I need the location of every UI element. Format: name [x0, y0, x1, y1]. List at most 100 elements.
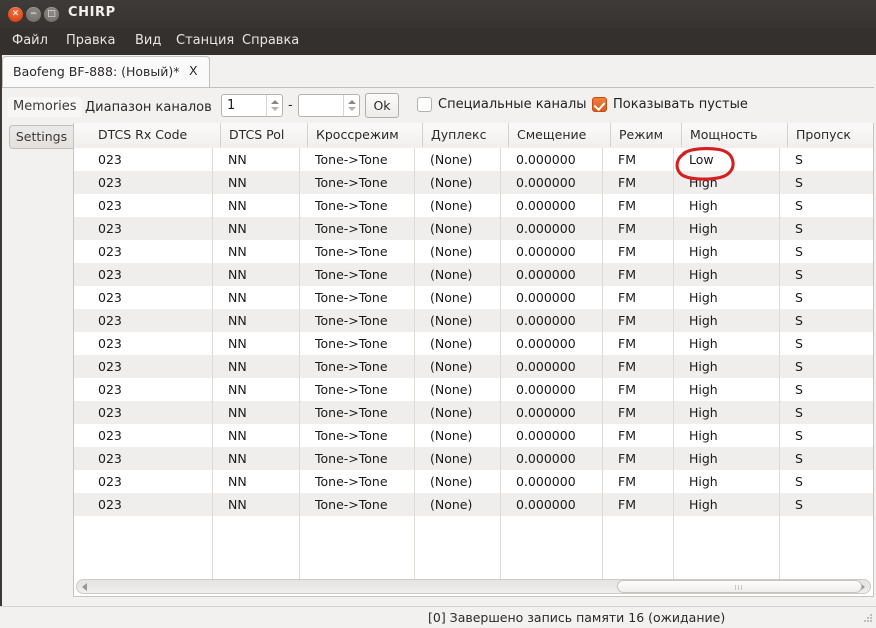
cell-cross[interactable]: Tone->Tone: [307, 424, 421, 447]
cell-mode[interactable]: FM: [610, 309, 680, 332]
menu-item-0[interactable]: Файл: [8, 32, 52, 49]
cell-dtcs_pol[interactable]: NN: [220, 447, 306, 470]
cell-offset[interactable]: 0.000000: [508, 447, 609, 470]
cell-dtcs_pol[interactable]: NN: [220, 240, 306, 263]
close-icon[interactable]: ✕: [8, 7, 23, 22]
cell-dtcs_rx[interactable]: 023: [90, 332, 219, 355]
cell-power[interactable]: High: [681, 378, 786, 401]
table-header-skip[interactable]: Пропуск: [787, 123, 873, 147]
cell-offset[interactable]: 0.000000: [508, 309, 609, 332]
cell-mode[interactable]: FM: [610, 378, 680, 401]
file-tab-baofeng[interactable]: Baofeng BF-888: (Новый)* X: [2, 56, 210, 88]
cell-dtcs_pol[interactable]: NN: [220, 148, 306, 171]
cell-skip[interactable]: S: [787, 217, 873, 240]
cell-mode[interactable]: FM: [610, 470, 680, 493]
table-row[interactable]: 023 NN Tone->Tone (None) 0.000000 FM High S: [74, 378, 873, 401]
cell-power[interactable]: High: [681, 470, 786, 493]
cell-skip[interactable]: S: [787, 148, 873, 171]
horizontal-scrollbar-thumb[interactable]: [617, 580, 862, 593]
cell-offset[interactable]: 0.000000: [508, 286, 609, 309]
cell-power[interactable]: High: [681, 424, 786, 447]
cell-mode[interactable]: FM: [610, 332, 680, 355]
cell-mode[interactable]: FM: [610, 171, 680, 194]
cell-skip[interactable]: S: [787, 194, 873, 217]
cell-dtcs_pol[interactable]: NN: [220, 493, 306, 516]
cell-duplex[interactable]: (None): [422, 217, 507, 240]
checkbox-show-empty-box[interactable]: [592, 97, 607, 112]
cell-dtcs_rx[interactable]: 023: [90, 309, 219, 332]
range-from-arrows[interactable]: [266, 95, 282, 116]
cell-dtcs_pol[interactable]: NN: [220, 355, 306, 378]
cell-duplex[interactable]: (None): [422, 148, 507, 171]
table-row[interactable]: 023 NN Tone->Tone (None) 0.000000 FM High S: [74, 332, 873, 355]
cell-duplex[interactable]: (None): [422, 401, 507, 424]
cell-dtcs_rx[interactable]: 023: [90, 194, 219, 217]
cell-duplex[interactable]: (None): [422, 424, 507, 447]
cell-mode[interactable]: FM: [610, 194, 680, 217]
table-row[interactable]: 023 NN Tone->Tone (None) 0.000000 FM High S: [74, 447, 873, 470]
cell-power[interactable]: High: [681, 309, 786, 332]
cell-cross[interactable]: Tone->Tone: [307, 447, 421, 470]
cell-mode[interactable]: FM: [610, 148, 680, 171]
cell-offset[interactable]: 0.000000: [508, 240, 609, 263]
cell-power[interactable]: High: [681, 355, 786, 378]
maximize-icon[interactable]: □: [44, 7, 59, 22]
cell-dtcs_pol[interactable]: NN: [220, 263, 306, 286]
cell-cross[interactable]: Tone->Tone: [307, 401, 421, 424]
cell-skip[interactable]: S: [787, 240, 873, 263]
table-row[interactable]: 023 NN Tone->Tone (None) 0.000000 FM High S: [74, 263, 873, 286]
cell-offset[interactable]: 0.000000: [508, 493, 609, 516]
cell-duplex[interactable]: (None): [422, 447, 507, 470]
cell-power[interactable]: High: [681, 401, 786, 424]
cell-cross[interactable]: Tone->Tone: [307, 194, 421, 217]
cell-cross[interactable]: Tone->Tone: [307, 493, 421, 516]
cell-offset[interactable]: 0.000000: [508, 263, 609, 286]
cell-mode[interactable]: FM: [610, 286, 680, 309]
cell-mode[interactable]: FM: [610, 424, 680, 447]
cell-offset[interactable]: 0.000000: [508, 332, 609, 355]
cell-power[interactable]: High: [681, 240, 786, 263]
menu-item-1[interactable]: Правка: [62, 32, 119, 49]
cell-duplex[interactable]: (None): [422, 263, 507, 286]
table-row[interactable]: 023 NN Tone->Tone (None) 0.000000 FM High S: [74, 286, 873, 309]
checkbox-special-channels[interactable]: Специальные каналы: [417, 97, 587, 112]
cell-dtcs_pol[interactable]: NN: [220, 470, 306, 493]
cell-dtcs_pol[interactable]: NN: [220, 424, 306, 447]
cell-skip[interactable]: S: [787, 493, 873, 516]
cell-offset[interactable]: 0.000000: [508, 378, 609, 401]
cell-power[interactable]: High: [681, 493, 786, 516]
table-row[interactable]: 023 NN Tone->Tone (None) 0.000000 FM High S: [74, 309, 873, 332]
cell-dtcs_rx[interactable]: 023: [90, 148, 219, 171]
cell-power[interactable]: High: [681, 194, 786, 217]
cell-duplex[interactable]: (None): [422, 171, 507, 194]
minimize-icon[interactable]: −: [26, 7, 41, 22]
cell-offset[interactable]: 0.000000: [508, 217, 609, 240]
cell-dtcs_rx[interactable]: 023: [90, 240, 219, 263]
cell-mode[interactable]: FM: [610, 355, 680, 378]
table-row[interactable]: 023 NN Tone->Tone (None) 0.000000 FM High S: [74, 240, 873, 263]
cell-cross[interactable]: Tone->Tone: [307, 263, 421, 286]
sidebar-item-settings[interactable]: Settings: [9, 125, 73, 149]
cell-skip[interactable]: S: [787, 378, 873, 401]
cell-skip[interactable]: S: [787, 309, 873, 332]
cell-duplex[interactable]: (None): [422, 194, 507, 217]
cell-cross[interactable]: Tone->Tone: [307, 355, 421, 378]
cell-dtcs_pol[interactable]: NN: [220, 286, 306, 309]
cell-cross[interactable]: Tone->Tone: [307, 470, 421, 493]
cell-dtcs_pol[interactable]: NN: [220, 401, 306, 424]
cell-dtcs_pol[interactable]: NN: [220, 171, 306, 194]
cell-cross[interactable]: Tone->Tone: [307, 378, 421, 401]
cell-dtcs_rx[interactable]: 023: [90, 447, 219, 470]
table-header-mode[interactable]: Режим: [610, 123, 680, 147]
cell-cross[interactable]: Tone->Tone: [307, 171, 421, 194]
cell-dtcs_rx[interactable]: 023: [90, 286, 219, 309]
cell-dtcs_pol[interactable]: NN: [220, 332, 306, 355]
cell-duplex[interactable]: (None): [422, 240, 507, 263]
range-to-arrows[interactable]: [343, 95, 359, 116]
cell-skip[interactable]: S: [787, 424, 873, 447]
cell-power[interactable]: High: [681, 332, 786, 355]
cell-duplex[interactable]: (None): [422, 470, 507, 493]
table-row[interactable]: 023 NN Tone->Tone (None) 0.000000 FM High S: [74, 470, 873, 493]
cell-skip[interactable]: S: [787, 447, 873, 470]
cell-dtcs_rx[interactable]: 023: [90, 470, 219, 493]
